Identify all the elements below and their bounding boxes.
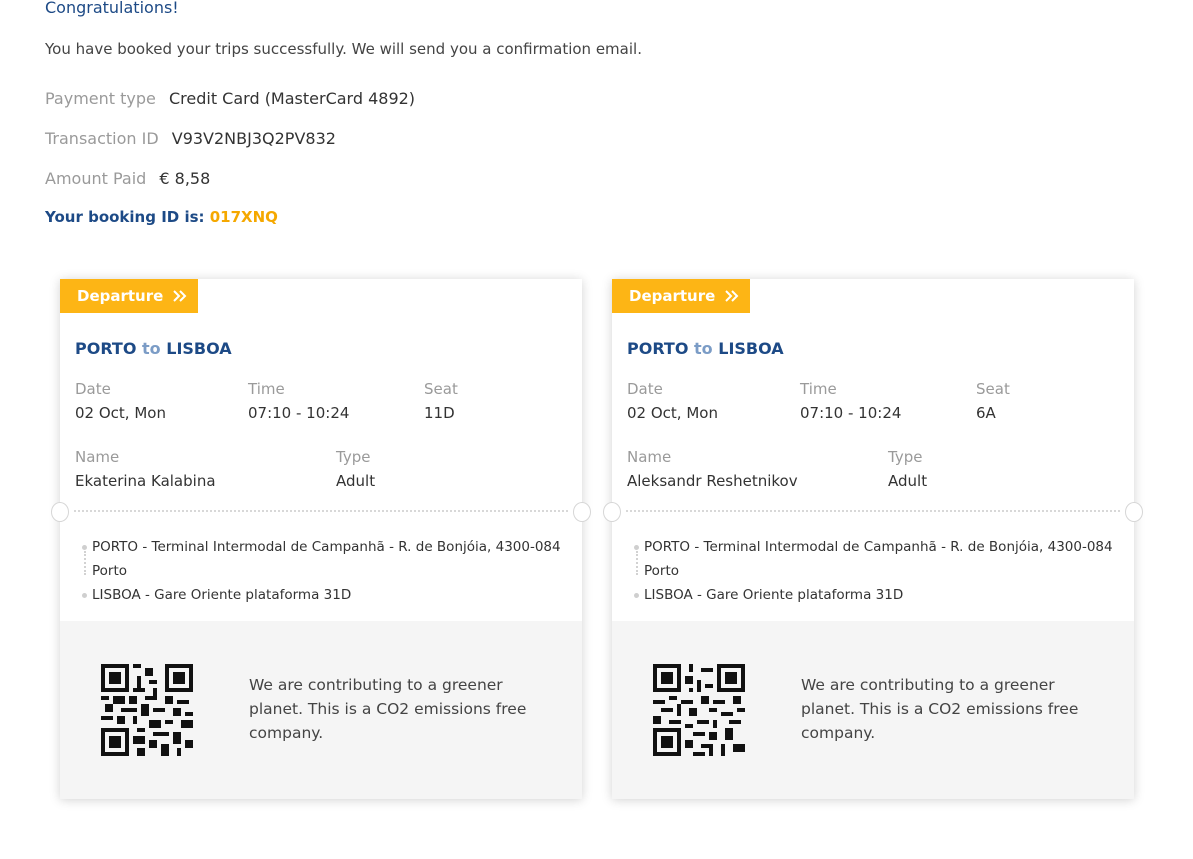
departure-badge-label: Departure	[77, 287, 164, 305]
route-title: PORTO to LISBOA	[75, 339, 232, 358]
eco-message: We are contributing to a greener planet.…	[249, 676, 527, 742]
name-label: Name	[75, 448, 120, 466]
name-value: Aleksandr Reshetnikov	[627, 472, 798, 490]
destination-stop-text: LISBOA - Gare Oriente plataforma 31D	[644, 587, 904, 603]
origin-stop-text: PORTO - Terminal Intermodal de Campanhã …	[92, 539, 561, 579]
amount-paid-row: Amount Paid € 8,58	[45, 169, 210, 188]
qr-code-icon	[101, 664, 193, 756]
stops-list: PORTO - Terminal Intermodal de Campanhã …	[634, 535, 1119, 607]
date-label: Date	[75, 380, 111, 398]
type-label: Type	[888, 448, 923, 466]
ticket-divider	[74, 510, 568, 512]
booking-id: Your booking ID is: 017XNQ	[45, 208, 278, 226]
time-label: Time	[248, 380, 285, 398]
origin-stop: PORTO - Terminal Intermodal de Campanhã …	[82, 535, 567, 583]
stop-dot-icon	[634, 593, 639, 598]
double-chevron-right-icon	[724, 280, 739, 314]
payment-type-value: Credit Card (MasterCard 4892)	[168, 89, 416, 108]
transaction-id-row: Transaction ID V93V2NBJ3Q2PV832	[45, 129, 336, 148]
departure-badge-label: Departure	[629, 287, 716, 305]
ticket-card-1: Departure PORTO to LISBOA Date 02 Oct, M…	[51, 279, 591, 799]
ticket-notch-right	[573, 502, 591, 522]
booking-id-code: 017XNQ	[209, 208, 278, 226]
route-to-word: to	[694, 339, 713, 358]
route-to-word: to	[142, 339, 161, 358]
route-destination: LISBOA	[718, 339, 784, 358]
route-connector	[636, 551, 638, 575]
route-title: PORTO to LISBOA	[627, 339, 784, 358]
payment-type-row: Payment type Credit Card (MasterCard 489…	[45, 89, 415, 108]
stops-list: PORTO - Terminal Intermodal de Campanhã …	[82, 535, 567, 607]
confirmation-message: You have booked your trips successfully.…	[45, 40, 642, 58]
date-value: 02 Oct, Mon	[75, 404, 166, 422]
stop-dot-icon	[634, 545, 639, 550]
time-label: Time	[800, 380, 837, 398]
booking-id-prefix: Your booking ID is:	[45, 208, 205, 226]
route-origin: PORTO	[75, 339, 137, 358]
type-label: Type	[336, 448, 371, 466]
type-value: Adult	[336, 472, 376, 490]
destination-stop: LISBOA - Gare Oriente plataforma 31D	[82, 583, 567, 607]
ticket-footer: We are contributing to a greener planet.…	[60, 621, 582, 799]
seat-label: Seat	[976, 380, 1010, 398]
stop-dot-icon	[82, 545, 87, 550]
name-label: Name	[627, 448, 672, 466]
seat-value: 6A	[976, 404, 996, 422]
seat-label: Seat	[424, 380, 458, 398]
ticket-card-2: Departure PORTO to LISBOA Date 02 Oct, M…	[603, 279, 1143, 799]
route-destination: LISBOA	[166, 339, 232, 358]
amount-paid-label: Amount Paid	[45, 169, 147, 188]
congrats-title: Congratulations!	[45, 0, 179, 17]
ticket-notch-left	[51, 502, 69, 522]
double-chevron-right-icon	[172, 280, 187, 314]
transaction-id-label: Transaction ID	[45, 129, 159, 148]
name-value: Ekaterina Kalabina	[75, 472, 216, 490]
departure-badge: Departure	[60, 279, 198, 313]
time-value: 07:10 - 10:24	[800, 404, 902, 422]
transaction-id-value: V93V2NBJ3Q2PV832	[171, 129, 336, 148]
destination-stop: LISBOA - Gare Oriente plataforma 31D	[634, 583, 1119, 607]
seat-value: 11D	[424, 404, 455, 422]
amount-paid-value: € 8,58	[159, 169, 211, 188]
origin-stop: PORTO - Terminal Intermodal de Campanhã …	[634, 535, 1119, 583]
payment-type-label: Payment type	[45, 89, 156, 108]
departure-badge: Departure	[612, 279, 750, 313]
qr-code-icon	[653, 664, 745, 756]
date-label: Date	[627, 380, 663, 398]
ticket-notch-left	[603, 502, 621, 522]
type-value: Adult	[888, 472, 928, 490]
ticket-divider	[626, 510, 1120, 512]
eco-message: We are contributing to a greener planet.…	[801, 676, 1079, 742]
date-value: 02 Oct, Mon	[627, 404, 718, 422]
ticket-notch-right	[1125, 502, 1143, 522]
origin-stop-text: PORTO - Terminal Intermodal de Campanhã …	[644, 539, 1113, 579]
ticket-footer: We are contributing to a greener planet.…	[612, 621, 1134, 799]
time-value: 07:10 - 10:24	[248, 404, 350, 422]
route-connector	[84, 551, 86, 575]
stop-dot-icon	[82, 593, 87, 598]
route-origin: PORTO	[627, 339, 689, 358]
destination-stop-text: LISBOA - Gare Oriente plataforma 31D	[92, 587, 352, 603]
